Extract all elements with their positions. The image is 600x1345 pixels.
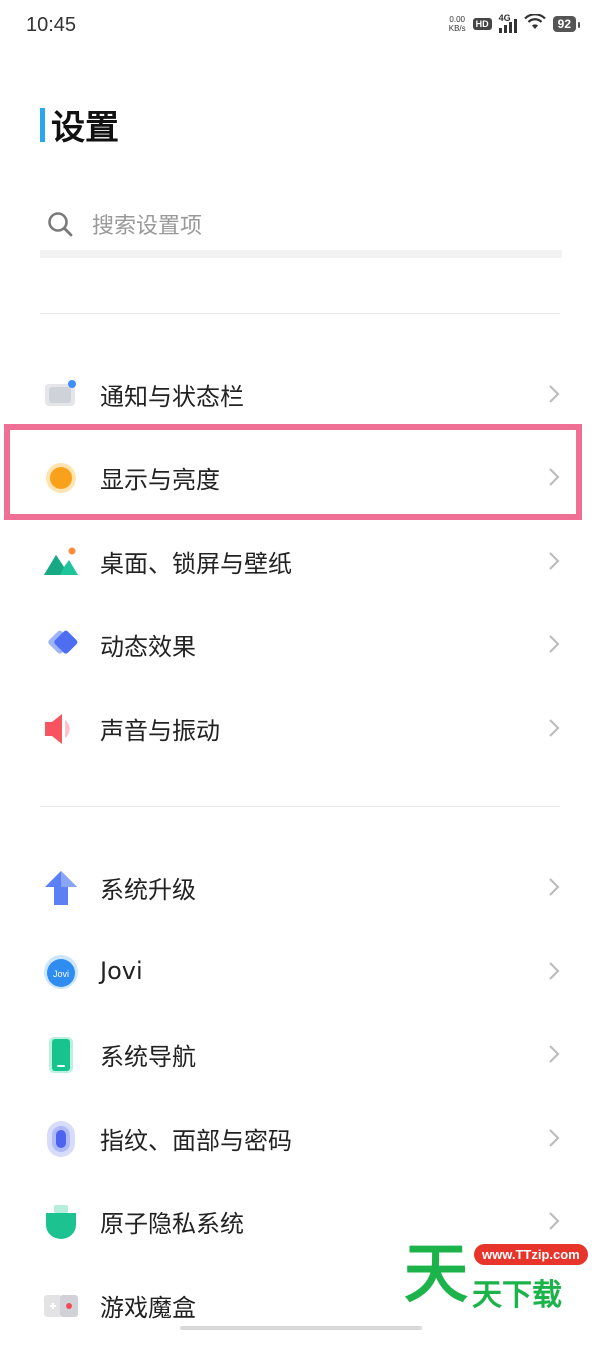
system-update-icon <box>42 869 80 907</box>
status-time: 10:45 <box>26 14 77 36</box>
chevron-right-icon <box>548 384 560 408</box>
settings-item-sound[interactable]: 声音与振动 <box>0 688 600 768</box>
settings-item-navigation[interactable]: 系统导航 <box>0 1014 600 1094</box>
battery-icon: 92 <box>552 16 581 32</box>
settings-item-label: 声音与振动 <box>100 716 220 745</box>
chevron-right-icon <box>548 634 560 658</box>
settings-item-label: 系统导航 <box>100 1042 196 1071</box>
animation-icon <box>42 626 80 664</box>
chevron-right-icon <box>548 1044 560 1068</box>
chevron-right-icon <box>548 551 560 575</box>
settings-item-label: 原子隐私系统 <box>100 1209 244 1238</box>
status-icons: 0.00 KB/s HD 4G 92 <box>448 13 581 34</box>
page-title: 设置 <box>51 108 119 148</box>
settings-item-label: 系统升级 <box>100 875 196 904</box>
divider <box>40 313 560 314</box>
status-bar: 10:45 0.00 KB/s HD 4G 92 <box>0 0 600 52</box>
watermark-logo: 天 www.TTzip.com 天下载 <box>404 1240 594 1313</box>
search-input[interactable]: 搜索设置项 <box>92 208 202 240</box>
search-bar[interactable]: 搜索设置项 <box>40 198 562 258</box>
chevron-right-icon <box>548 961 560 985</box>
svg-text:Jovi: Jovi <box>53 969 69 979</box>
cellular-signal-icon: 4G <box>498 13 517 33</box>
privacy-icon <box>42 1203 80 1241</box>
settings-item-jovi[interactable]: Jovi Jovi <box>0 931 600 1011</box>
fingerprint-icon <box>42 1120 80 1158</box>
chevron-right-icon <box>548 1211 560 1235</box>
settings-item-animation[interactable]: 动态效果 <box>0 604 600 684</box>
wifi-icon <box>523 13 546 34</box>
chevron-right-icon <box>548 877 560 901</box>
sound-icon <box>42 710 80 748</box>
title-accent-bar <box>40 107 45 142</box>
page-title-wrap: 设置 <box>40 100 119 149</box>
network-speed: 0.00 KB/s <box>448 15 466 33</box>
navigation-icon <box>42 1036 80 1074</box>
chevron-right-icon <box>548 1128 560 1152</box>
settings-item-fingerprint[interactable]: 指纹、面部与密码 <box>0 1098 600 1178</box>
settings-item-label: 游戏魔盒 <box>100 1293 196 1322</box>
settings-item-notifications[interactable]: 通知与状态栏 <box>0 354 600 434</box>
highlight-frame <box>4 424 582 520</box>
wallpaper-icon <box>42 543 80 581</box>
hd-icon: HD <box>472 18 492 30</box>
settings-item-label: 指纹、面部与密码 <box>100 1126 292 1155</box>
search-icon <box>46 210 82 238</box>
settings-item-wallpaper[interactable]: 桌面、锁屏与壁纸 <box>0 521 600 601</box>
chevron-right-icon <box>548 718 560 742</box>
settings-item-label: 通知与状态栏 <box>100 382 244 411</box>
divider <box>40 806 560 807</box>
home-indicator[interactable] <box>180 1326 422 1330</box>
settings-item-label: 动态效果 <box>100 632 196 661</box>
settings-item-system-update[interactable]: 系统升级 <box>0 847 600 927</box>
game-box-icon <box>42 1287 80 1325</box>
jovi-icon: Jovi <box>42 953 80 991</box>
settings-item-label: Jovi <box>100 957 143 985</box>
settings-item-label: 桌面、锁屏与壁纸 <box>100 549 292 578</box>
notification-icon <box>42 376 80 414</box>
